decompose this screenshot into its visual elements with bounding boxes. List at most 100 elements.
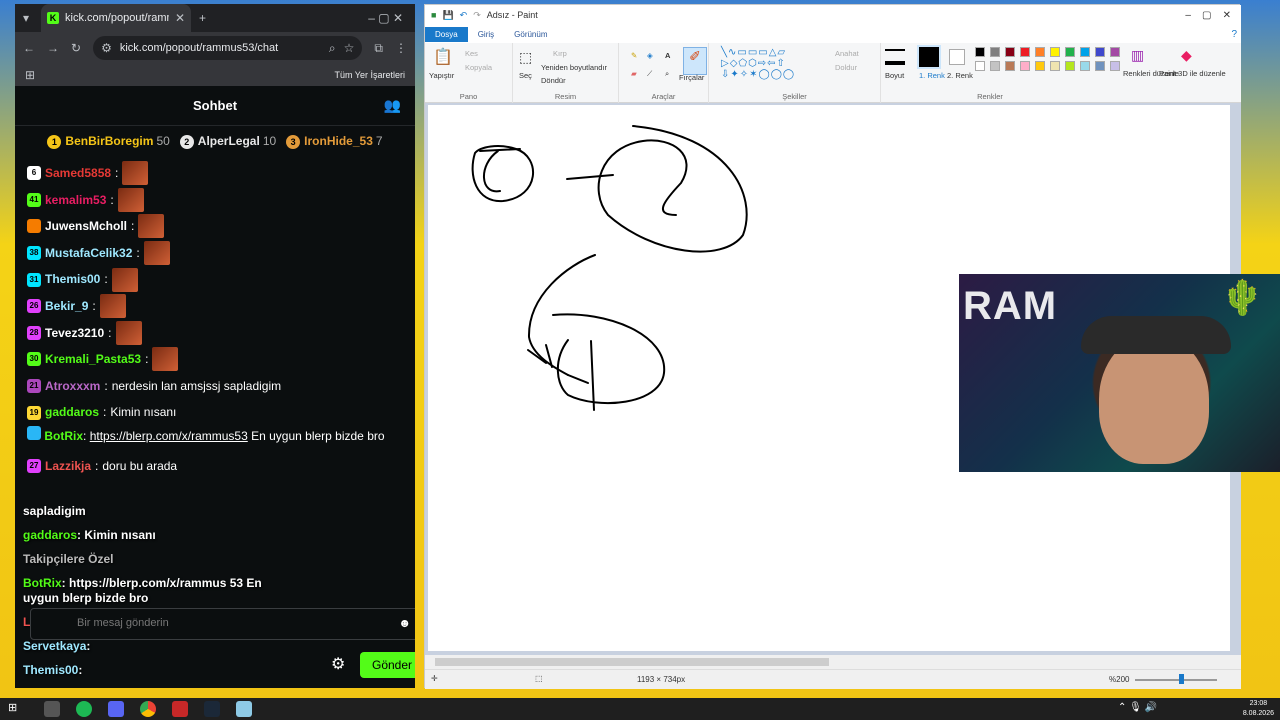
- spotify-icon[interactable]: [76, 701, 92, 717]
- obs-icon[interactable]: [172, 701, 188, 717]
- bookmark-star-icon[interactable]: ☆: [344, 41, 355, 55]
- url-field[interactable]: ⚙ kick.com/popout/rammus53/chat ⌕ ☆: [93, 36, 363, 60]
- shapes-gallery-icon[interactable]: ╲∿▭▭▭△▱ ▷◇⬠⬡⇨⇦⇧ ⇩✦✧✶◯◯◯: [721, 47, 795, 80]
- extensions-icon[interactable]: ⧉: [374, 41, 383, 56]
- menu-icon[interactable]: ⋮: [395, 41, 407, 55]
- rotate-button[interactable]: Döndür: [541, 76, 566, 85]
- tab-list-icon[interactable]: ▾: [23, 11, 29, 25]
- palette-swatch[interactable]: [1035, 61, 1045, 71]
- paint-window-controls-icon[interactable]: – ▢ ✕: [1185, 10, 1231, 21]
- palette-swatch[interactable]: [990, 61, 1000, 71]
- chat-username[interactable]: kemalim53: [45, 187, 106, 214]
- fill-bucket-icon[interactable]: ◈: [647, 51, 653, 60]
- cut-button[interactable]: Kes: [465, 49, 478, 58]
- emoji-icon[interactable]: ☻: [398, 616, 411, 630]
- chat-settings-gear-icon[interactable]: ⚙: [331, 654, 345, 674]
- zoom-slider[interactable]: [1135, 679, 1217, 681]
- window-controls-icon[interactable]: – ▢ ✕: [368, 11, 403, 25]
- palette-swatch[interactable]: [1065, 61, 1075, 71]
- chat-username[interactable]: Samed5858: [45, 160, 111, 187]
- tray-icons[interactable]: ⌃ 🎙 🔊: [1118, 702, 1157, 713]
- chat-username[interactable]: Tevez3210: [45, 320, 104, 347]
- undo-icon[interactable]: ↶: [460, 10, 468, 21]
- palette-swatch[interactable]: [1065, 47, 1075, 57]
- paint3d-label[interactable]: Paint 3D ile düzenle: [1159, 69, 1226, 78]
- chat-username[interactable]: Lazzikja: [45, 453, 91, 480]
- tab-file[interactable]: Dosya: [425, 26, 468, 42]
- palette-swatch[interactable]: [1050, 47, 1060, 57]
- brushes-label[interactable]: Fırçalar: [679, 73, 704, 82]
- chat-username[interactable]: Kremali_Pasta53: [45, 346, 141, 373]
- palette-swatch[interactable]: [1050, 61, 1060, 71]
- tab-view[interactable]: Görünüm: [504, 27, 557, 42]
- canvas-horizontal-scrollbar[interactable]: [425, 655, 1241, 669]
- leaderboard-entry[interactable]: 3 IronHide_53 7: [286, 134, 383, 149]
- redo-icon[interactable]: ↷: [473, 10, 481, 21]
- magnifier-icon[interactable]: ⌕: [665, 69, 669, 79]
- chat-username[interactable]: Themis00: [45, 266, 100, 293]
- start-icon[interactable]: ⊞: [8, 701, 24, 717]
- leaderboard-entry[interactable]: 2 AlperLegal 10: [179, 134, 276, 149]
- browser-tab[interactable]: K kick.com/popout/rammus53/ch ✕: [41, 4, 192, 32]
- color-picker-icon[interactable]: ⟋: [647, 69, 652, 79]
- palette-swatch[interactable]: [1020, 47, 1030, 57]
- size-label[interactable]: Boyut: [885, 71, 904, 80]
- pencil-icon[interactable]: ✎: [631, 51, 637, 60]
- color1-swatch[interactable]: [917, 45, 941, 69]
- palette-swatch[interactable]: [1080, 61, 1090, 71]
- close-tab-icon[interactable]: ✕: [175, 11, 185, 25]
- chat-username[interactable]: MustafaCelik32: [45, 240, 132, 267]
- chat-username[interactable]: JuwensMcholl: [45, 213, 127, 240]
- copy-button[interactable]: Kopyala: [465, 63, 492, 72]
- palette-swatch[interactable]: [975, 47, 985, 57]
- back-icon[interactable]: ←: [23, 41, 35, 55]
- clock[interactable]: 23:08 8.08.2026: [1243, 699, 1274, 719]
- chat-username[interactable]: Bekir_9: [45, 293, 88, 320]
- send-button[interactable]: Gönder: [360, 652, 415, 678]
- color2-swatch[interactable]: [949, 49, 965, 65]
- palette-swatch[interactable]: [1005, 61, 1015, 71]
- all-bookmarks-link[interactable]: Tüm Yer İşaretleri: [334, 70, 405, 80]
- scrollbar-thumb[interactable]: [435, 658, 829, 666]
- palette-swatch[interactable]: [1110, 61, 1120, 71]
- tab-home[interactable]: Giriş: [468, 27, 504, 42]
- steam-icon[interactable]: [204, 701, 220, 717]
- eraser-icon[interactable]: ▰: [631, 69, 637, 78]
- forward-icon[interactable]: →: [47, 41, 59, 55]
- resize-button[interactable]: Yeniden boyutlandır: [541, 63, 607, 72]
- chat-link[interactable]: https://blerp.com/x/rammus53: [90, 429, 248, 443]
- palette-swatch[interactable]: [1095, 47, 1105, 57]
- discord-icon[interactable]: [108, 701, 124, 717]
- save-icon[interactable]: 💾: [442, 10, 453, 21]
- paste-label[interactable]: Yapıştır: [429, 71, 454, 80]
- site-info-icon[interactable]: ⚙: [101, 41, 112, 55]
- apps-grid-icon[interactable]: ⊞: [25, 68, 35, 82]
- chat-username[interactable]: BotRix: [44, 429, 83, 443]
- zoom-slider-thumb[interactable]: [1179, 674, 1184, 684]
- help-icon[interactable]: ?: [1231, 29, 1237, 40]
- size-icon[interactable]: [885, 49, 905, 65]
- palette-swatch[interactable]: [1020, 61, 1030, 71]
- leaderboard-entry[interactable]: 1 BenBirBoregim 50: [47, 134, 170, 149]
- chat-username[interactable]: Atroxxxm: [45, 373, 100, 400]
- palette-swatch[interactable]: [1005, 47, 1015, 57]
- palette-swatch[interactable]: [1035, 47, 1045, 57]
- palette-swatch[interactable]: [990, 47, 1000, 57]
- color1-label[interactable]: 1. Renk: [919, 71, 945, 80]
- palette-swatch[interactable]: [1095, 61, 1105, 71]
- color2-label[interactable]: 2. Renk: [947, 71, 973, 80]
- fill-button[interactable]: Doldur: [835, 63, 857, 72]
- zoom-icon[interactable]: ⌕: [329, 41, 336, 56]
- new-tab-icon[interactable]: +: [199, 11, 206, 25]
- reload-icon[interactable]: ↻: [71, 41, 81, 55]
- chrome-icon[interactable]: [140, 701, 156, 717]
- paste-icon[interactable]: 📋: [433, 47, 453, 67]
- taskbar-app-icon[interactable]: [44, 701, 60, 717]
- crop-button[interactable]: Kırp: [553, 49, 567, 58]
- edit-colors-icon[interactable]: ▥: [1131, 47, 1144, 64]
- message-input[interactable]: Bir mesaj gönderin ☻: [30, 608, 415, 640]
- palette-swatch[interactable]: [975, 61, 985, 71]
- brushes-icon[interactable]: ✐: [683, 47, 707, 75]
- chat-users-icon[interactable]: 👥: [384, 97, 401, 114]
- palette-swatch[interactable]: [1080, 47, 1090, 57]
